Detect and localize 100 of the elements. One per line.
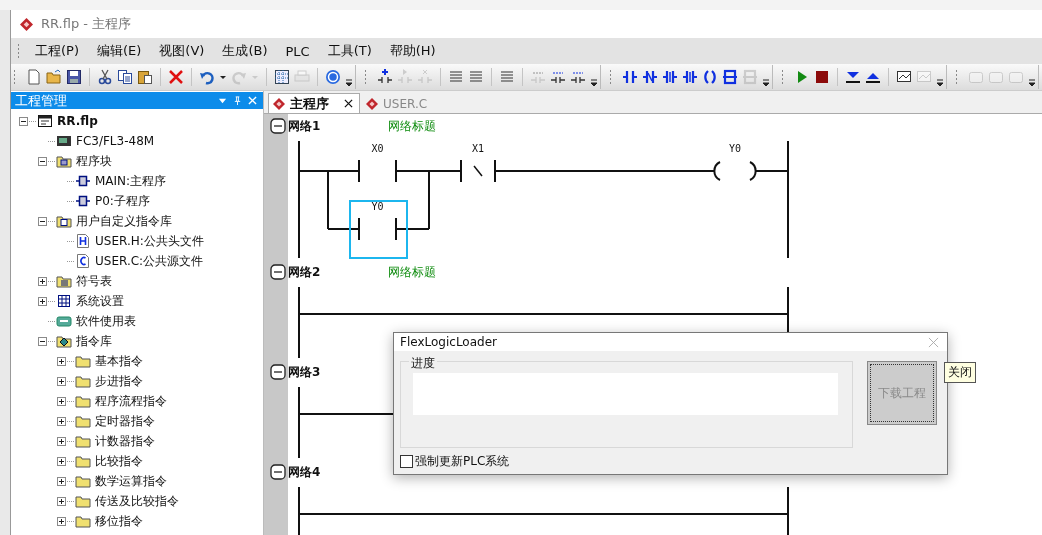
expand-icon[interactable] [57, 476, 66, 486]
tree-item[interactable]: 用户自定义指令库 [76, 212, 172, 230]
output-coil[interactable] [713, 161, 757, 181]
tree-item[interactable]: FC3/FL3-48M [76, 134, 155, 148]
overflow-chevron-icon[interactable] [936, 79, 944, 87]
expand-icon[interactable] [57, 496, 66, 506]
expand-icon[interactable] [57, 396, 66, 406]
folder-icon [75, 373, 91, 389]
expand-icon[interactable] [57, 376, 66, 386]
expand-icon[interactable] [38, 296, 47, 306]
tree-item[interactable]: P0:子程序 [95, 192, 150, 210]
clipboard-icon[interactable] [137, 69, 153, 85]
network-label: 网络2 [288, 263, 322, 281]
contact-comment-icon[interactable] [570, 69, 586, 85]
overflow-chevron-icon[interactable] [1028, 79, 1036, 87]
overflow-chevron-icon[interactable] [345, 79, 353, 87]
expand-icon[interactable] [38, 276, 47, 286]
collapse-icon[interactable] [270, 364, 286, 380]
tree-item[interactable]: USER.H:公共头文件 [95, 232, 204, 250]
instruction-library-icon [56, 333, 72, 349]
tree-item[interactable]: 计数器指令 [95, 432, 155, 450]
tree-item[interactable]: 程序块 [76, 152, 112, 170]
contact-icon[interactable] [622, 69, 638, 85]
tree-item[interactable]: USER.C:公共源文件 [95, 252, 204, 270]
menu-item[interactable]: 工具(T) [318, 42, 381, 60]
contact-address: X1 [472, 143, 484, 154]
rising-contact-icon[interactable] [662, 69, 678, 85]
open-contact[interactable] [358, 217, 397, 241]
routine-icon [75, 193, 91, 209]
overflow-chevron-icon[interactable] [762, 79, 770, 87]
lines-icon[interactable] [448, 69, 464, 85]
expand-icon[interactable] [57, 516, 66, 526]
network-title[interactable]: 网络标题 [388, 263, 436, 281]
tree-item[interactable]: 移位指令 [95, 512, 143, 530]
menu-item[interactable]: 视图(V) [150, 42, 214, 60]
network-title[interactable]: 网络标题 [388, 117, 436, 135]
tree-item[interactable]: 基本指令 [95, 352, 143, 370]
monitor-icon[interactable] [896, 69, 912, 85]
network-label: 网络1 [288, 117, 322, 135]
menu-item[interactable]: 生成(B) [213, 42, 277, 60]
collapse-icon[interactable] [270, 264, 286, 280]
collapse-icon[interactable] [38, 336, 47, 346]
expand-icon[interactable] [57, 456, 66, 466]
collapse-icon[interactable] [38, 156, 47, 166]
collapse-icon[interactable] [38, 216, 47, 226]
collapse-icon[interactable] [270, 464, 286, 480]
checkbox-label[interactable]: 强制更新PLC系统 [415, 453, 510, 470]
undo-icon[interactable] [199, 69, 215, 85]
add-rung-icon[interactable] [377, 69, 393, 85]
delete-icon[interactable] [168, 69, 184, 85]
table-icon[interactable] [274, 69, 290, 85]
checkbox[interactable] [400, 455, 413, 468]
tree-item[interactable]: 程序流程指令 [95, 392, 167, 410]
falling-contact-icon[interactable] [682, 69, 698, 85]
open-contact[interactable] [358, 159, 397, 183]
help-icon[interactable] [325, 69, 341, 85]
contact-comment-icon[interactable] [550, 69, 566, 85]
plc-icon [56, 133, 72, 149]
tree-item[interactable]: 传送及比较指令 [95, 492, 179, 510]
collapse-icon[interactable] [19, 116, 28, 126]
coil-icon[interactable] [702, 69, 718, 85]
document-tab[interactable]: 主程序 [268, 93, 360, 113]
copy-icon[interactable] [117, 69, 133, 85]
closed-contact-icon[interactable] [642, 69, 658, 85]
menu-item[interactable]: 帮助(H) [380, 42, 445, 60]
dropdown-icon[interactable] [218, 96, 227, 105]
pin-icon[interactable] [233, 96, 242, 105]
open-folder-icon[interactable] [46, 69, 62, 85]
tree-item[interactable]: 软件使用表 [76, 312, 136, 330]
expand-icon[interactable] [57, 416, 66, 426]
menu-item[interactable]: 工程(P) [26, 42, 88, 60]
tree-item[interactable]: 系统设置 [76, 292, 124, 310]
lines-icon[interactable] [468, 69, 484, 85]
lines-icon[interactable] [499, 69, 515, 85]
new-file-icon[interactable] [26, 69, 42, 85]
folder-icon [75, 453, 91, 469]
close-icon[interactable] [344, 99, 353, 108]
expand-icon[interactable] [57, 436, 66, 446]
tree-item[interactable]: 符号表 [76, 272, 112, 290]
collapse-icon[interactable] [270, 118, 286, 134]
stop-icon[interactable] [814, 69, 830, 85]
tree-item[interactable]: RR.flp [57, 114, 98, 128]
scissors-icon[interactable] [97, 69, 113, 85]
tree-item[interactable]: 数学运算指令 [95, 472, 167, 490]
tree-item[interactable]: MAIN:主程序 [95, 172, 167, 190]
header-file-icon [75, 233, 91, 249]
folder-icon [75, 473, 91, 489]
menu-item[interactable]: PLC [276, 43, 319, 59]
menu-item[interactable]: 编辑(E) [88, 42, 151, 60]
download-icon[interactable] [845, 69, 861, 85]
function-block-icon[interactable] [722, 69, 738, 85]
tree-item[interactable]: 比较指令 [95, 452, 143, 470]
library-icon [56, 213, 72, 229]
folder-icon [75, 353, 91, 369]
tree-item[interactable]: 步进指令 [95, 372, 143, 390]
expand-icon[interactable] [57, 356, 66, 366]
closed-contact[interactable] [460, 159, 496, 183]
tree-item[interactable]: 指令库 [76, 332, 112, 350]
tree-item[interactable]: 定时器指令 [95, 412, 155, 430]
overflow-chevron-icon[interactable] [590, 79, 598, 87]
